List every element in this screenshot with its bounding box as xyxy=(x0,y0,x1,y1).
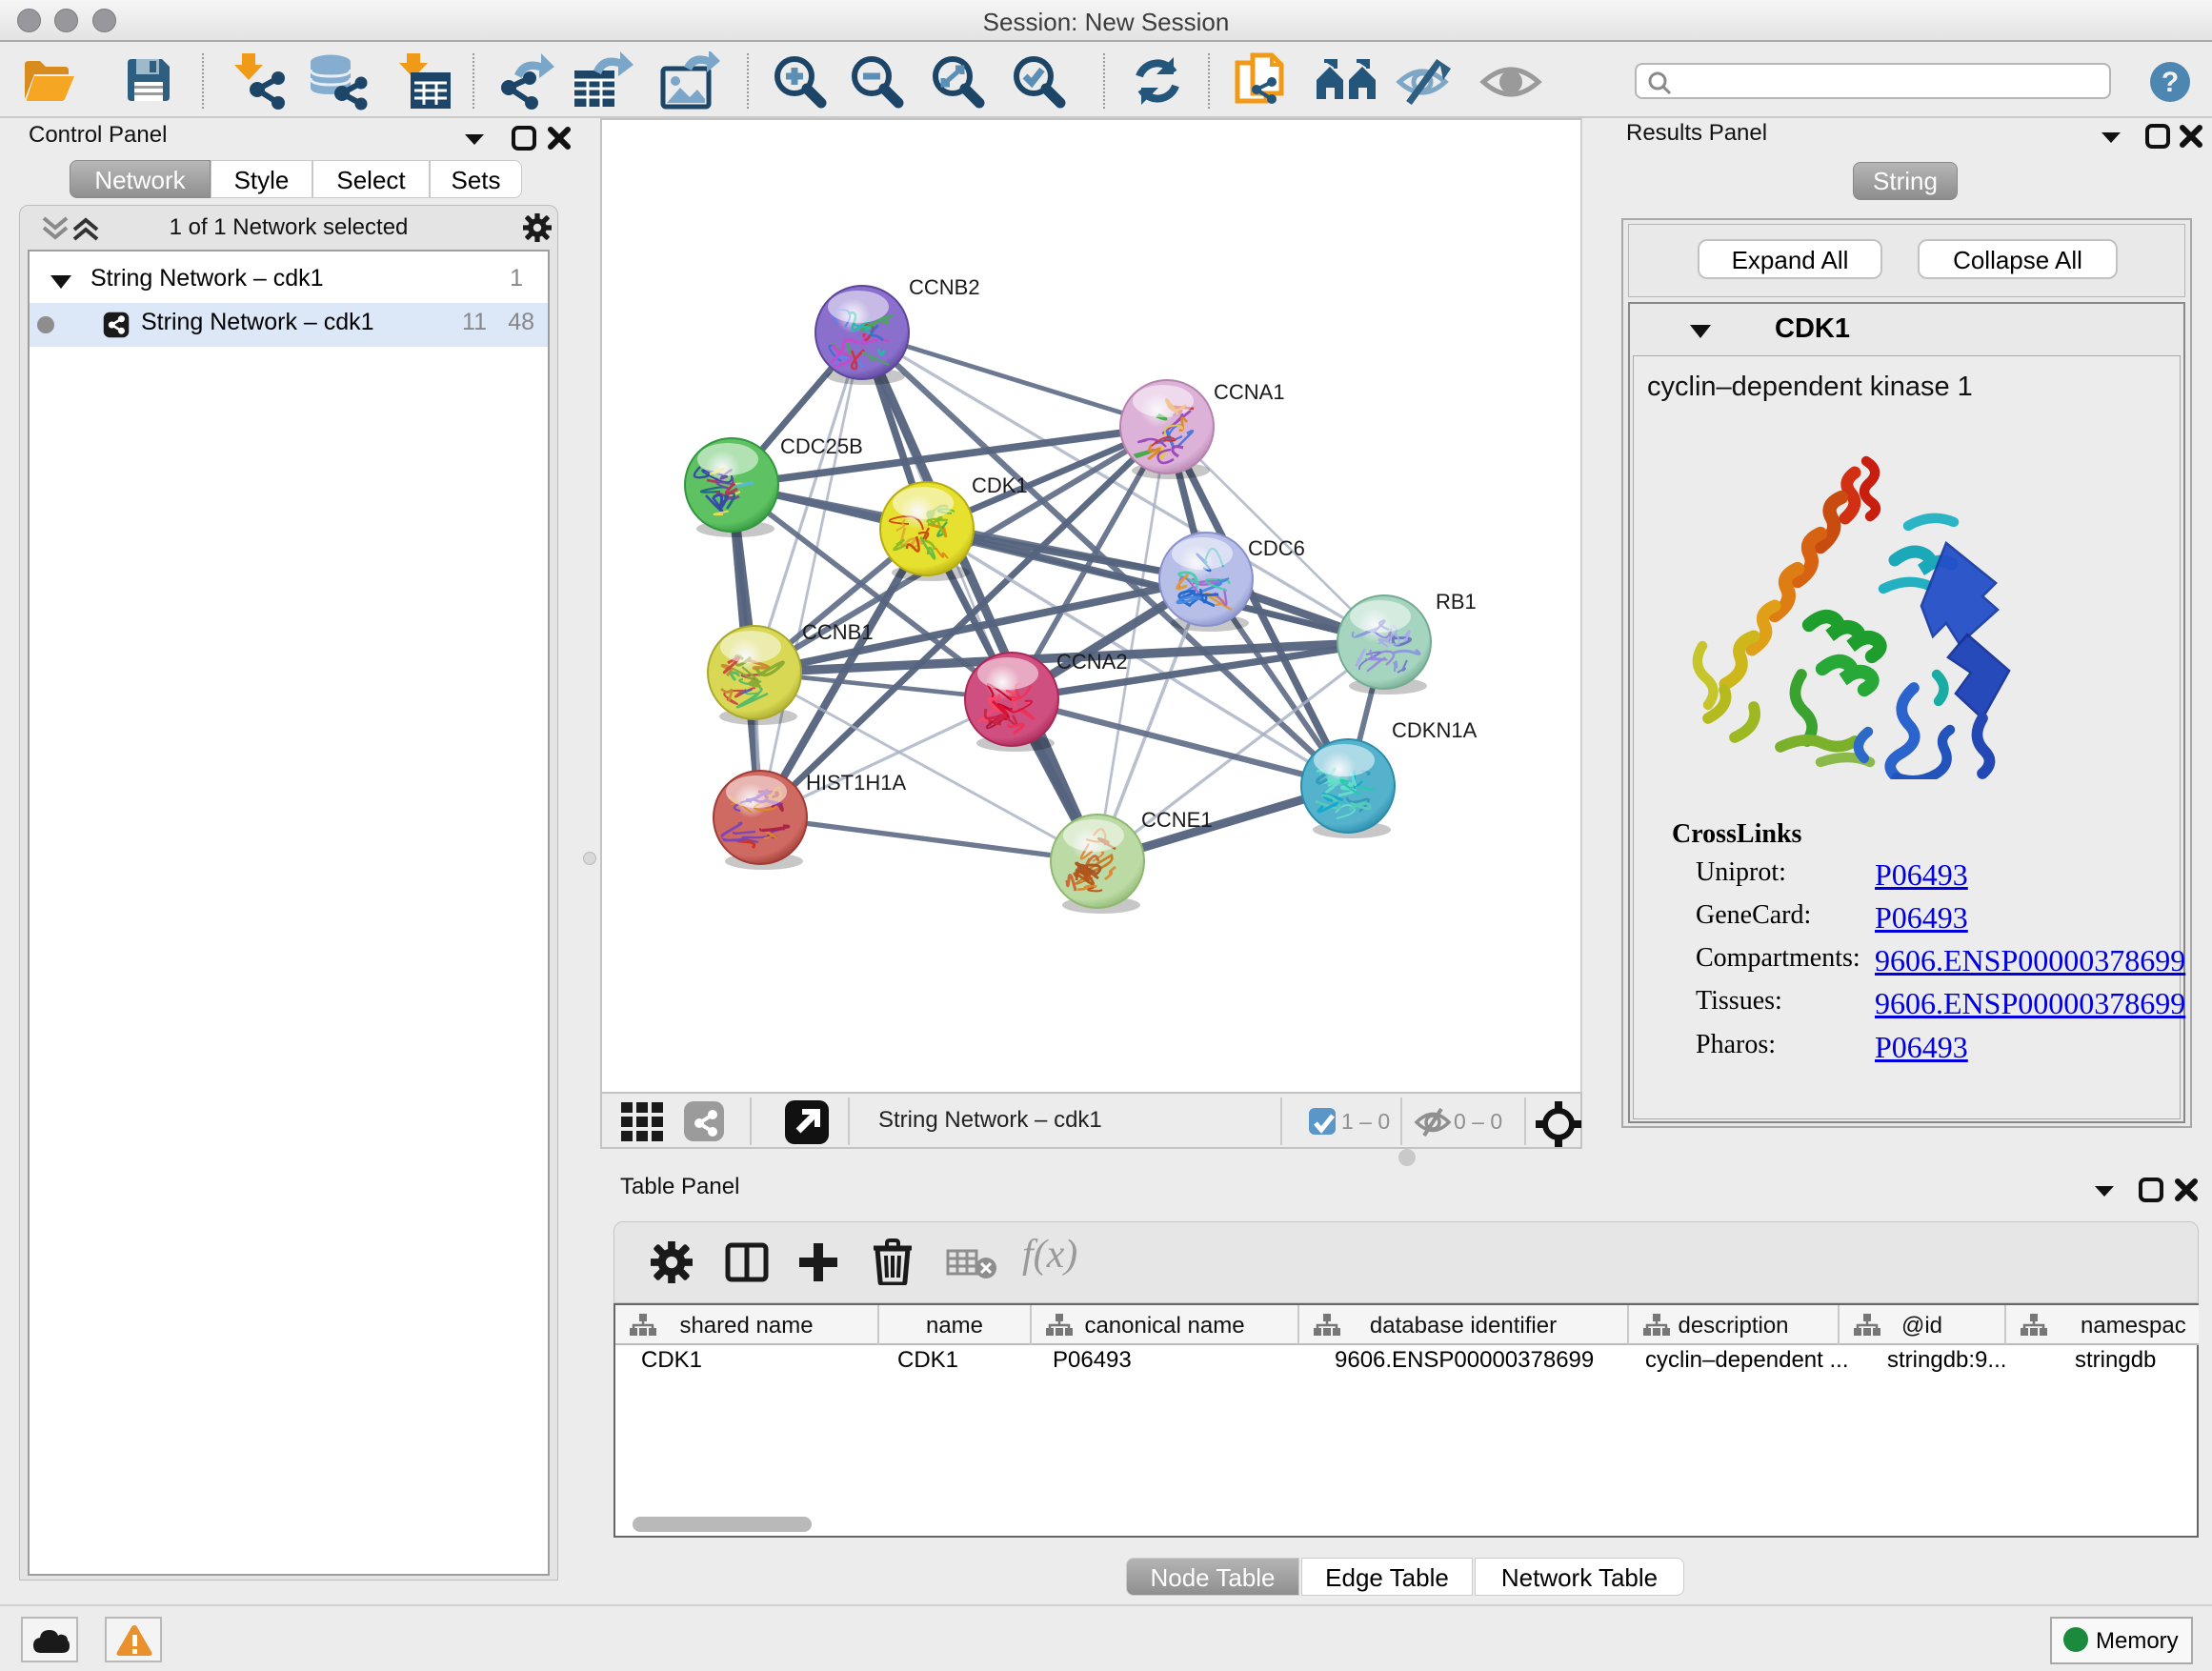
svg-text:CDC25B: CDC25B xyxy=(780,434,863,458)
svg-text:CDK1: CDK1 xyxy=(972,473,1028,497)
svg-text:CCNA2: CCNA2 xyxy=(1056,650,1128,674)
svg-text:?: ? xyxy=(2162,67,2179,98)
svg-text:CDKN1A: CDKN1A xyxy=(1392,718,1478,742)
svg-text:RB1: RB1 xyxy=(1436,590,1477,614)
svg-text:CCNE1: CCNE1 xyxy=(1141,808,1213,832)
svg-text:HIST1H1A: HIST1H1A xyxy=(806,771,906,795)
svg-text:CCNA1: CCNA1 xyxy=(1214,380,1285,404)
svg-text:CCNB2: CCNB2 xyxy=(909,275,980,299)
svg-text:CDC6: CDC6 xyxy=(1248,536,1305,560)
svg-text:CCNB1: CCNB1 xyxy=(802,620,874,644)
